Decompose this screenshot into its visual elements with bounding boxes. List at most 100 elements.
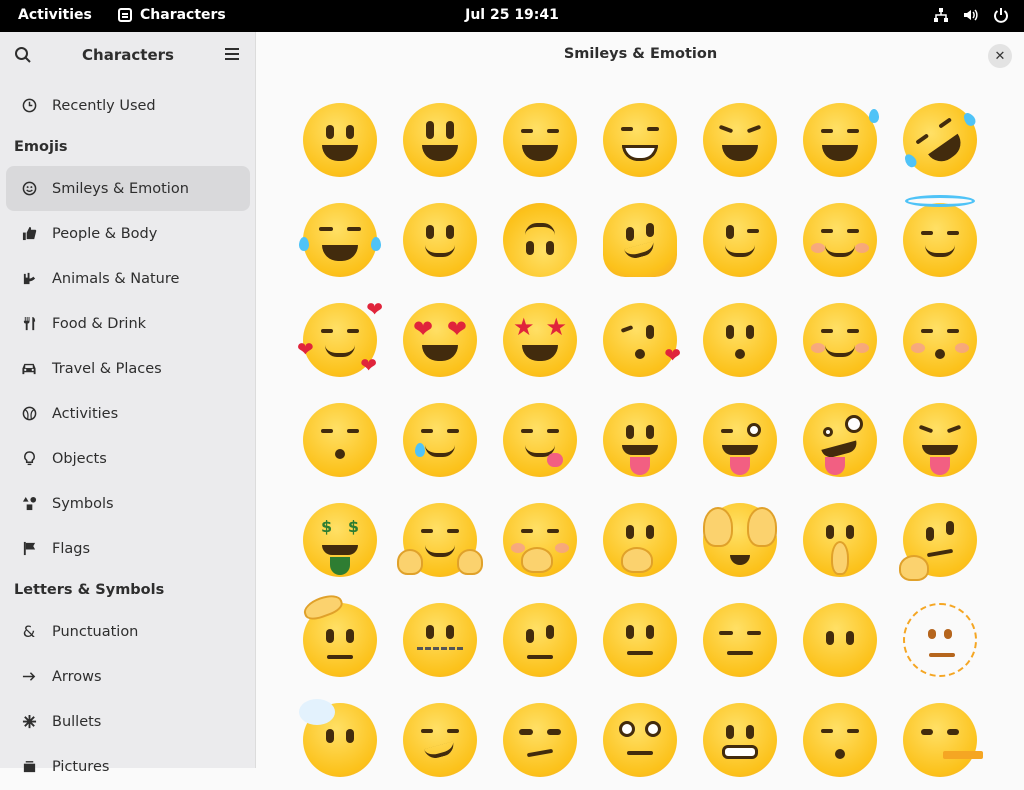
emoji-thinking-face[interactable] (890, 490, 990, 590)
emoji-smiling-face[interactable] (790, 290, 890, 390)
app-name: Characters (140, 7, 226, 23)
emoji-shushing-face[interactable] (790, 490, 890, 590)
emoji-upside-down-face[interactable] (490, 190, 590, 290)
emoji-winking-face[interactable] (690, 190, 790, 290)
cutlery-icon (20, 315, 38, 333)
sidebar-item-label: Travel & Places (52, 360, 162, 377)
sidebar-item-bullets[interactable]: Bullets (6, 699, 250, 744)
emoji-zipper-mouth-face[interactable] (390, 590, 490, 690)
emoji-grimacing-face[interactable] (690, 690, 790, 790)
emoji-grinning-squinting-face[interactable] (690, 90, 790, 190)
close-button[interactable]: ✕ (988, 44, 1012, 68)
emoji-kissing-face-smiling-eyes[interactable] (290, 390, 390, 490)
emoji-face-without-mouth[interactable] (790, 590, 890, 690)
emoji-expressionless-face[interactable] (690, 590, 790, 690)
emoji-face-exhaling[interactable] (790, 690, 890, 790)
sidebar-item-objects[interactable]: Objects (6, 436, 250, 481)
sidebar-item-arrows[interactable]: Arrows (6, 654, 250, 699)
emoji-smirking-face[interactable] (390, 690, 490, 790)
emoji-rolling-on-floor-laughing[interactable] (888, 88, 992, 192)
emoji-smiling-face-smiling-eyes[interactable] (790, 190, 890, 290)
emoji-face-hand-over-mouth[interactable] (490, 490, 590, 590)
network-icon[interactable] (932, 6, 950, 24)
emoji-saluting-face[interactable] (290, 590, 390, 690)
emoji-face-peeking-eye[interactable] (690, 490, 790, 590)
sidebar-item-symbols[interactable]: Symbols (6, 481, 250, 526)
emoji-smiling-face-halo[interactable] (890, 190, 990, 290)
sidebar-item-animals-nature[interactable]: Animals & Nature (6, 256, 250, 301)
system-tray[interactable] (932, 6, 1010, 24)
ampersand-icon: & (22, 622, 36, 641)
emoji-money-mouth-face[interactable]: $ $ (290, 490, 390, 590)
emoji-squinting-face-tongue[interactable] (890, 390, 990, 490)
emoji-grinning-face-smiling-eyes[interactable] (490, 90, 590, 190)
sidebar-item-flags[interactable]: Flags (6, 526, 250, 571)
emoji-melting-face[interactable] (590, 190, 690, 290)
volume-icon[interactable] (962, 6, 980, 24)
sidebar: Characters Recently Used Emojis Smileys … (0, 32, 256, 775)
emoji-grid: ❤ ❤ ❤ ❤ ❤ ★ ★ ❤ $ $ (290, 88, 992, 790)
emoji-lying-face[interactable] (890, 690, 990, 790)
emoji-neutral-face[interactable] (590, 590, 690, 690)
top-bar: Activities Characters Jul 25 19:41 (0, 0, 1024, 32)
emoji-smiling-face-heart-eyes[interactable]: ❤ ❤ (390, 290, 490, 390)
emoji-face-in-clouds[interactable] (290, 690, 390, 790)
emoji-beaming-face[interactable] (590, 90, 690, 190)
emoji-winking-face-tongue[interactable] (690, 390, 790, 490)
emoji-slightly-smiling-face[interactable] (390, 190, 490, 290)
section-heading-letters-symbols: Letters & Symbols (14, 582, 165, 598)
clock[interactable]: Jul 25 19:41 (465, 7, 559, 23)
category-list: Recently Used Emojis Smileys & Emotion P… (0, 83, 256, 789)
emoji-kissing-face-closed-eyes[interactable] (890, 290, 990, 390)
emoji-face-raised-eyebrow[interactable] (490, 590, 590, 690)
power-icon[interactable] (992, 6, 1010, 24)
sidebar-item-punctuation[interactable]: & Punctuation (6, 609, 250, 654)
emoji-kissing-face[interactable] (690, 290, 790, 390)
main-header: Smileys & Emotion ✕ (257, 32, 1024, 78)
sidebar-item-label: Punctuation (52, 623, 139, 640)
emoji-dotted-line-face[interactable] (890, 590, 990, 690)
sidebar-item-label: Flags (52, 540, 91, 557)
section-heading-emojis: Emojis (14, 139, 68, 155)
emoji-face-open-eyes-hand-over-mouth[interactable] (590, 490, 690, 590)
ball-icon (20, 405, 38, 423)
sidebar-item-activities[interactable]: Activities (6, 391, 250, 436)
activities-button[interactable]: Activities (18, 7, 92, 23)
emoji-grinning-face[interactable] (290, 90, 390, 190)
animal-icon (20, 270, 38, 288)
emoji-face-tears-of-joy[interactable] (290, 190, 390, 290)
search-icon[interactable] (14, 46, 32, 68)
app-menu[interactable]: Characters (118, 7, 226, 23)
sidebar-item-label: People & Body (52, 225, 158, 242)
page-title: Smileys & Emotion (563, 46, 718, 62)
sidebar-item-pictures[interactable]: Pictures (6, 744, 250, 789)
sidebar-header: Characters (0, 32, 255, 78)
emoji-smiling-face-hearts[interactable]: ❤ ❤ ❤ (290, 290, 390, 390)
emoji-smiling-face-open-hands[interactable] (390, 490, 490, 590)
sidebar-item-label: Bullets (52, 713, 102, 730)
sidebar-item-food-drink[interactable]: Food & Drink (6, 301, 250, 346)
sidebar-item-smileys-emotion[interactable]: Smileys & Emotion (6, 166, 250, 211)
emoji-grinning-face-big-eyes[interactable] (390, 90, 490, 190)
emoji-face-blowing-kiss[interactable]: ❤ (590, 290, 690, 390)
emoji-grinning-face-sweat[interactable] (790, 90, 890, 190)
emoji-face-savoring-food[interactable] (490, 390, 590, 490)
sidebar-item-recently-used[interactable]: Recently Used (6, 83, 250, 128)
smiley-icon (20, 180, 38, 198)
sidebar-item-travel-places[interactable]: Travel & Places (6, 346, 250, 391)
emoji-smiling-face-tear[interactable] (390, 390, 490, 490)
emoji-face-rolling-eyes[interactable] (590, 690, 690, 790)
emoji-star-struck[interactable]: ★ ★ (490, 290, 590, 390)
sidebar-item-label: Arrows (52, 668, 102, 685)
sidebar-item-label: Recently Used (52, 97, 156, 114)
bullet-icon (20, 713, 38, 731)
shapes-icon (20, 495, 38, 513)
emoji-zany-face[interactable] (790, 390, 890, 490)
hamburger-menu-icon[interactable] (225, 48, 239, 60)
car-icon (20, 360, 38, 378)
emoji-face-with-tongue[interactable] (590, 390, 690, 490)
emoji-unamused-face[interactable] (490, 690, 590, 790)
sidebar-item-label: Pictures (52, 758, 110, 775)
sidebar-item-people-body[interactable]: People & Body (6, 211, 250, 256)
sidebar-item-label: Activities (52, 405, 119, 422)
